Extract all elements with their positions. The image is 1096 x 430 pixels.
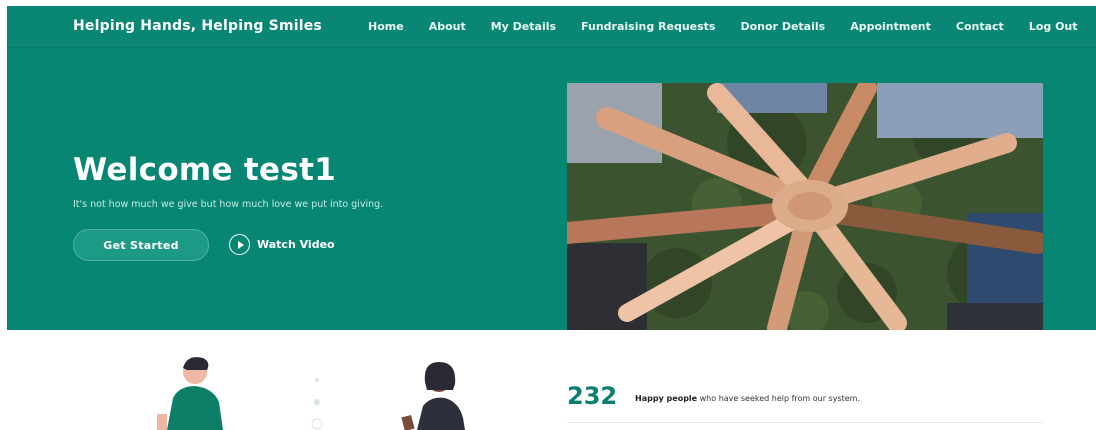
stats-section: 232 Happy people who have seeked help fr…	[7, 330, 1096, 430]
navbar: Helping Hands, Helping Smiles Home About…	[7, 6, 1096, 48]
page-frame: Helping Hands, Helping Smiles Home About…	[7, 6, 1096, 430]
nav-donor-details[interactable]: Donor Details	[740, 20, 825, 33]
stats-divider	[567, 422, 1043, 423]
hero-subtitle: It's not how much we give but how much l…	[73, 199, 384, 210]
nav-log-out[interactable]: Log Out	[1029, 20, 1078, 33]
play-circle-icon	[229, 234, 250, 255]
happy-people-text: Happy people who have seeked help from o…	[635, 394, 860, 403]
hero-title: Welcome test1	[73, 152, 337, 188]
nav-appointment[interactable]: Appointment	[850, 20, 931, 33]
hero-section: Welcome test1 It's not how much we give …	[7, 48, 1096, 330]
watch-video-label: Watch Video	[257, 238, 335, 251]
nav-home[interactable]: Home	[368, 20, 404, 33]
people-illustration	[157, 357, 465, 430]
happy-people-count: 232	[567, 382, 618, 410]
get-started-button[interactable]: Get Started	[73, 229, 209, 261]
nav-contact[interactable]: Contact	[956, 20, 1004, 33]
brand-logo-text[interactable]: Helping Hands, Helping Smiles	[73, 18, 322, 34]
nav-about[interactable]: About	[429, 20, 466, 33]
watch-video-button[interactable]: Watch Video	[229, 234, 335, 255]
nav-fundraising-requests[interactable]: Fundraising Requests	[581, 20, 715, 33]
happy-people-label: Happy people	[635, 394, 698, 403]
happy-people-description: who have seeked help from our system.	[697, 394, 861, 403]
nav-my-details[interactable]: My Details	[491, 20, 556, 33]
nav-links: Home About My Details Fundraising Reques…	[368, 20, 1078, 33]
hero-hands-photo	[567, 83, 1043, 330]
